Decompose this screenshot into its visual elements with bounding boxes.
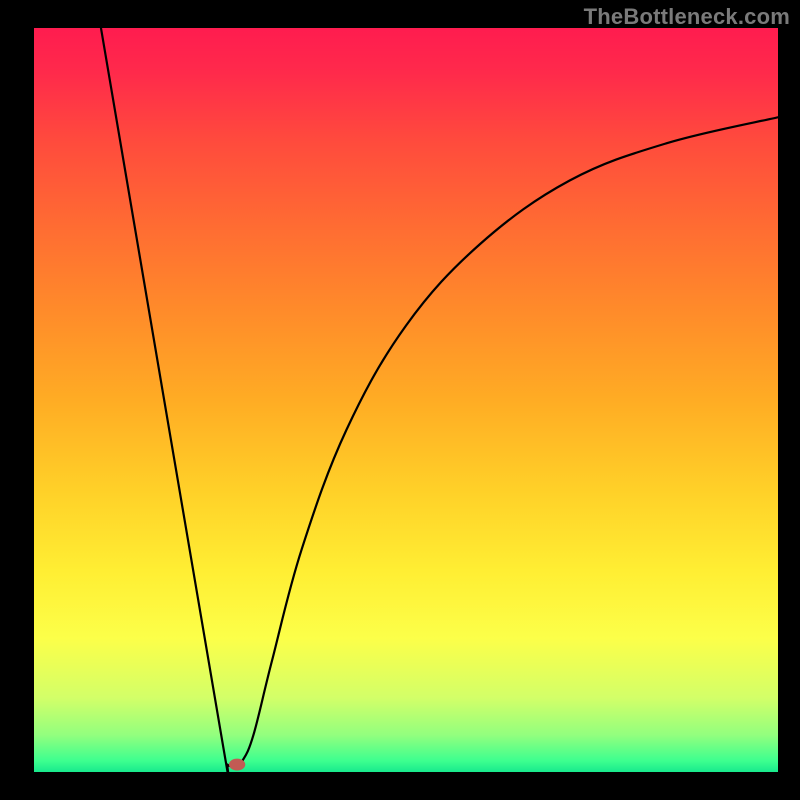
watermark-text: TheBottleneck.com (584, 4, 790, 30)
plot-svg (34, 28, 778, 772)
optimal-point-marker (229, 759, 245, 771)
plot-container (34, 28, 778, 772)
chart-frame: TheBottleneck.com (0, 0, 800, 800)
gradient-background (34, 28, 778, 772)
